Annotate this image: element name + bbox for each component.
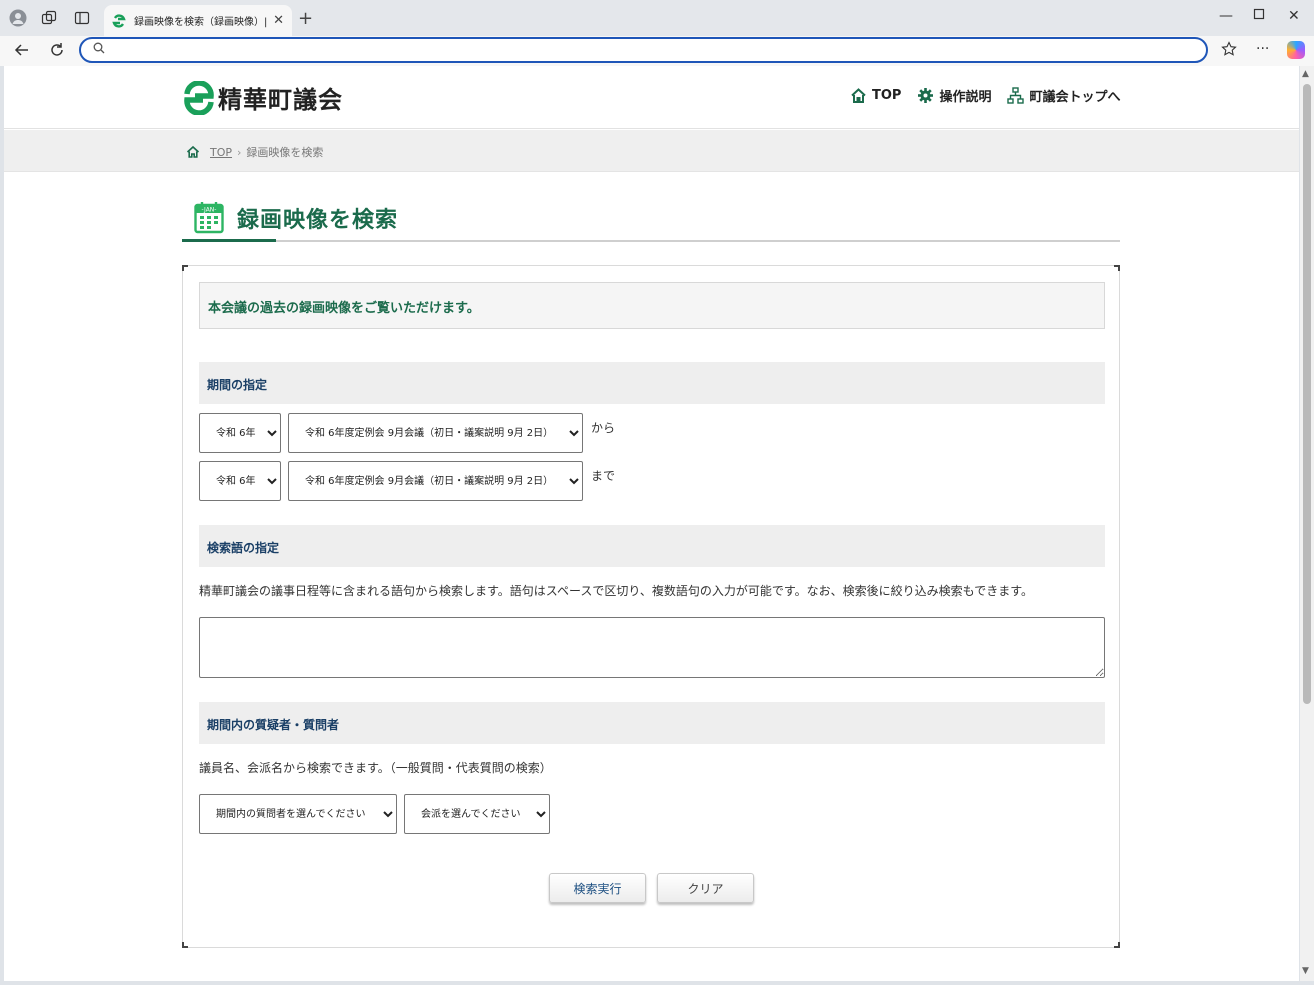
home-icon[interactable]: [186, 145, 200, 159]
browser-tab-bar: 録画映像を検索（録画映像）| 精華町議会 ✕ + — ✕: [0, 0, 1314, 36]
seika-logo-icon: [184, 80, 214, 115]
nav-top-label: TOP: [872, 88, 902, 103]
site-logo[interactable]: 精華町議会: [182, 80, 343, 115]
to-year-select[interactable]: 令和 6年: [199, 461, 281, 501]
page-title-block: -JAN- 録画映像を検索: [182, 198, 1120, 242]
nav-top-link[interactable]: TOP: [850, 87, 901, 104]
breadcrumb: TOP › 録画映像を検索: [186, 144, 323, 160]
favorites-star-icon[interactable]: [1221, 41, 1237, 61]
close-window-icon[interactable]: ✕: [1288, 8, 1300, 24]
breadcrumb-current: 録画映像を検索: [246, 146, 324, 159]
questioner-select[interactable]: 期間内の質問者を選んでください: [199, 794, 397, 834]
faction-select[interactable]: 会派を選んでください: [404, 794, 550, 834]
close-tab-icon[interactable]: ✕: [273, 13, 284, 28]
site-name: 精華町議会: [218, 86, 343, 114]
site-header: 精華町議会 TOP 操作説明 町議会トップへ: [4, 66, 1299, 129]
breadcrumb-bar: TOP › 録画映像を検索: [4, 130, 1299, 172]
scroll-up-icon[interactable]: ▲: [1302, 69, 1309, 79]
home-icon: [851, 88, 866, 103]
intro-message: 本会議の過去の録画映像をご覧いただけます。: [199, 282, 1105, 329]
scroll-down-icon[interactable]: ▼: [1302, 966, 1309, 976]
page-scrollbar[interactable]: ▲ ▼: [1300, 66, 1314, 981]
maximize-icon[interactable]: [1253, 8, 1265, 24]
calendar-month-text: -JAN-: [202, 207, 217, 214]
panel-corner: [182, 942, 188, 948]
calendar-icon: -JAN-: [194, 202, 224, 234]
workspaces-icon[interactable]: [40, 9, 58, 27]
back-icon[interactable]: [13, 41, 31, 63]
browser-tab-active[interactable]: 録画映像を検索（録画映像）| 精華町議会 ✕: [104, 5, 292, 36]
breadcrumb-separator: ›: [237, 145, 242, 159]
nav-council-top-link[interactable]: 町議会トップへ: [1007, 86, 1120, 105]
keyword-description: 精華町議会の議事日程等に含まれる語句から検索します。語句はスペースで区切り、複数…: [199, 584, 1034, 598]
to-suffix: まで: [591, 469, 616, 483]
panel-corner: [1114, 942, 1120, 948]
site-favicon-icon: [112, 13, 126, 28]
breadcrumb-top-link[interactable]: TOP: [210, 146, 232, 159]
title-accent-bar: [182, 239, 276, 242]
clear-button[interactable]: クリア: [657, 873, 754, 903]
page-title: 録画映像を検索: [237, 208, 399, 233]
panel-corner: [1114, 265, 1120, 271]
from-suffix: から: [591, 421, 616, 435]
period-heading: 期間の指定: [199, 362, 1105, 404]
keyword-textarea[interactable]: [199, 617, 1105, 678]
questioner-heading: 期間内の質疑者・質問者: [199, 702, 1105, 744]
from-year-select[interactable]: 令和 6年: [199, 413, 281, 453]
browser-toolbar: ···: [0, 36, 1314, 66]
new-tab-icon[interactable]: +: [298, 8, 313, 29]
search-form-panel: 本会議の過去の録画映像をご覧いただけます。 期間の指定 令和 6年 令和 6年度…: [182, 265, 1120, 948]
from-meeting-select[interactable]: 令和 6年度定例会 9月会議（初日・議案説明 9月 2日）: [288, 413, 583, 453]
nav-help-label: 操作説明: [939, 90, 992, 105]
vertical-tabs-icon[interactable]: [73, 9, 91, 27]
copilot-icon[interactable]: [1287, 41, 1305, 59]
tab-title: 録画映像を検索（録画映像）| 精華町議会: [134, 17, 269, 28]
minimize-icon[interactable]: —: [1219, 8, 1233, 24]
nav-help-link[interactable]: 操作説明: [917, 86, 991, 105]
search-icon: [93, 42, 105, 57]
profile-icon[interactable]: [9, 9, 27, 27]
questioner-description: 議員名、会派名から検索できます。（一般質問・代表質問の検索）: [199, 761, 552, 775]
nav-council-top-label: 町議会トップへ: [1029, 90, 1121, 105]
keyword-heading: 検索語の指定: [199, 525, 1105, 567]
page-viewport: 精華町議会 TOP 操作説明 町議会トップへ TOP › 録画映像を検索 -JA…: [4, 66, 1299, 981]
address-bar[interactable]: [79, 37, 1208, 63]
to-meeting-select[interactable]: 令和 6年度定例会 9月会議（初日・議案説明 9月 2日）: [288, 461, 583, 501]
sitemap-icon: [1007, 87, 1025, 104]
search-button[interactable]: 検索実行: [549, 873, 646, 903]
panel-corner: [182, 265, 188, 271]
scrollbar-thumb[interactable]: [1303, 84, 1311, 704]
more-menu-icon[interactable]: ···: [1256, 41, 1269, 57]
reload-icon[interactable]: [48, 41, 66, 63]
top-navigation: TOP 操作説明 町議会トップへ: [850, 86, 1136, 105]
gear-icon: [918, 88, 934, 103]
